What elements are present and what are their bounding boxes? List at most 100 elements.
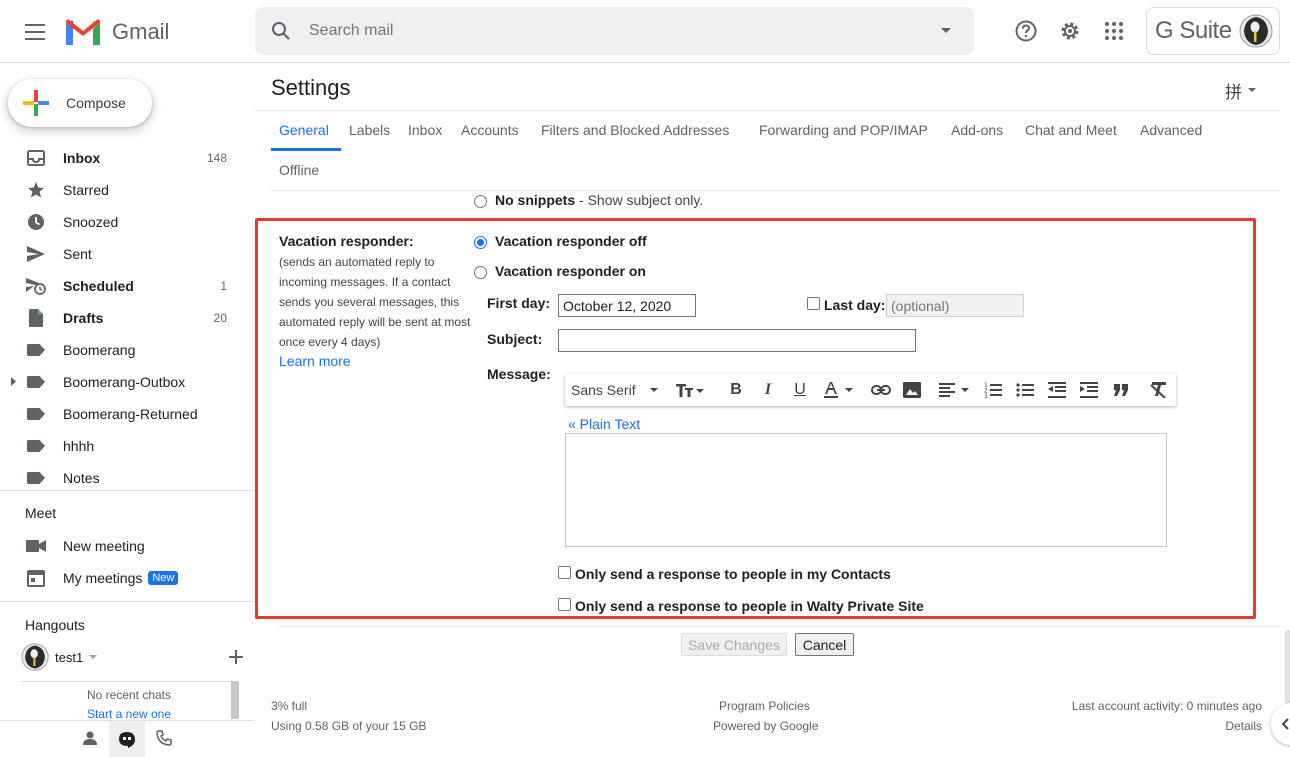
search-options-dropdown-icon[interactable] [940, 27, 952, 35]
hangouts-scrollbar[interactable] [231, 681, 239, 719]
italic-icon[interactable]: I [761, 380, 775, 400]
sidebar-item-label: hhhh [63, 438, 95, 454]
text-size-icon [676, 384, 704, 397]
gmail-logo[interactable]: Gmail [64, 16, 169, 48]
first-day-input[interactable] [558, 294, 696, 317]
underline-icon[interactable]: U [792, 380, 808, 400]
tab-filters-and-blocked-addresses[interactable]: Filters and Blocked Addresses [541, 122, 729, 138]
unread-count: 148 [206, 151, 227, 165]
active-tab-indicator [271, 148, 341, 151]
no-snippets-radio[interactable] [474, 195, 487, 208]
last-day-input[interactable] [886, 294, 1024, 317]
hamburger-menu-icon [25, 24, 45, 40]
help-icon[interactable] [1011, 16, 1041, 46]
details-link[interactable]: Details [1225, 719, 1262, 733]
sidebar-item-boomerang-returned[interactable]: Boomerang-Returned [0, 398, 254, 430]
draft-icon [26, 308, 46, 328]
search-input[interactable] [309, 22, 909, 40]
hangouts-user-row[interactable]: test1 [21, 643, 251, 671]
save-changes-button[interactable]: Save Changes [681, 633, 787, 656]
subject-input[interactable] [558, 329, 916, 352]
program-policies-link[interactable]: Program Policies [719, 699, 810, 713]
start-new-chat-link[interactable]: Start a new one [21, 707, 237, 721]
vacation-on-radio[interactable] [474, 266, 487, 279]
phone-call-icon[interactable] [156, 730, 172, 746]
link-icon[interactable] [871, 380, 891, 400]
indent-more-icon[interactable] [1080, 380, 1098, 400]
vacation-off-label: Vacation responder off [495, 233, 647, 249]
font-dropdown-icon [649, 387, 658, 392]
tab-add-ons[interactable]: Add-ons [951, 122, 1003, 138]
tab-inbox[interactable]: Inbox [408, 122, 442, 138]
send-icon [26, 244, 46, 264]
settings-gear-icon[interactable] [1055, 16, 1085, 46]
sidebar-item-label: Boomerang-Outbox [63, 374, 186, 390]
cancel-button[interactable]: Cancel [795, 633, 854, 656]
font-size-button[interactable] [676, 380, 704, 400]
sidebar-item-snoozed[interactable]: Snoozed [0, 206, 254, 238]
sidebar-item-boomerang[interactable]: Boomerang [0, 334, 254, 366]
title-rule [255, 110, 1280, 111]
sidebar-item-label: Starred [63, 182, 109, 198]
sidebar-item-label: Sent [63, 246, 92, 262]
apps-grid-icon[interactable] [1099, 16, 1129, 46]
bold-icon[interactable]: B [728, 380, 744, 400]
tab-advanced[interactable]: Advanced [1140, 122, 1202, 138]
remove-formatting-icon[interactable] [1150, 380, 1168, 400]
gsuite-account-area[interactable]: G Suite [1146, 7, 1280, 55]
gmail-m-icon [66, 19, 100, 45]
text-color-icon[interactable] [823, 380, 855, 400]
tab-labels[interactable]: Labels [349, 122, 390, 138]
numbered-list-icon[interactable]: 123 [984, 380, 1002, 400]
tab-chat-and-meet[interactable]: Chat and Meet [1025, 122, 1117, 138]
calendar-icon [26, 568, 46, 588]
sidebar-item-inbox[interactable]: Inbox 148 [0, 142, 254, 174]
contacts-person-icon[interactable] [82, 730, 98, 746]
last-day-checkbox[interactable] [807, 297, 820, 310]
plain-text-link[interactable]: « Plain Text [568, 416, 640, 432]
sidebar-item-scheduled[interactable]: Scheduled 1 [0, 270, 254, 302]
input-tools-button[interactable]: 拼 [1225, 78, 1256, 103]
align-icon[interactable] [939, 380, 971, 400]
label-icon [26, 468, 46, 488]
expand-arrow-icon[interactable] [11, 377, 16, 386]
domain-only-checkbox[interactable] [558, 598, 571, 611]
sidebar-item-new-meeting[interactable]: New meeting [0, 530, 254, 562]
compose-button[interactable]: Compose [8, 79, 152, 127]
sidebar-item-starred[interactable]: Starred [0, 174, 254, 206]
sidebar-item-hhhh[interactable]: hhhh [0, 430, 254, 462]
side-panel-toggle[interactable] [1271, 703, 1290, 745]
status-dropdown-icon[interactable] [89, 654, 98, 660]
search-bar [255, 7, 974, 55]
quote-icon[interactable] [1113, 380, 1129, 400]
learn-more-link[interactable]: Learn more [279, 353, 351, 369]
tab-offline[interactable]: Offline [279, 162, 319, 178]
font-family-dropdown[interactable]: Sans Serif [571, 380, 658, 400]
label-icon [26, 372, 46, 392]
contacts-only-checkbox[interactable] [558, 566, 571, 579]
main-menu-button[interactable] [16, 14, 54, 50]
sidebar-item-boomerang-outbox[interactable]: Boomerang-Outbox [0, 366, 254, 398]
search-icon[interactable] [271, 21, 291, 41]
sidebar-item-sent[interactable]: Sent [0, 238, 254, 270]
sidebar-divider [0, 490, 254, 491]
sidebar-item-my-meetings[interactable]: My meetings New [0, 562, 254, 594]
tab-forwarding-and-pop-imap[interactable]: Forwarding and POP/IMAP [759, 122, 928, 138]
tab-accounts[interactable]: Accounts [461, 122, 519, 138]
compose-label: Compose [66, 95, 126, 111]
add-chat-icon[interactable] [229, 650, 243, 664]
clock-icon [26, 212, 46, 232]
hangouts-chat-tab[interactable] [109, 721, 145, 757]
domain-only-label: Only send a response to people in Walty … [575, 598, 924, 614]
insert-image-icon[interactable] [903, 380, 921, 400]
bulleted-list-icon[interactable] [1016, 380, 1034, 400]
vacation-off-radio[interactable] [474, 236, 487, 249]
account-avatar[interactable] [1239, 14, 1273, 48]
last-day-label: Last day: [824, 297, 886, 313]
formatting-toolbar: Sans Serif B I U 123 [565, 374, 1176, 406]
sidebar-item-drafts[interactable]: Drafts 20 [0, 302, 254, 334]
indent-less-icon[interactable] [1048, 380, 1066, 400]
main-scrollbar[interactable] [1285, 630, 1290, 710]
message-body-editor[interactable] [565, 433, 1167, 547]
tab-general[interactable]: General [279, 122, 329, 138]
